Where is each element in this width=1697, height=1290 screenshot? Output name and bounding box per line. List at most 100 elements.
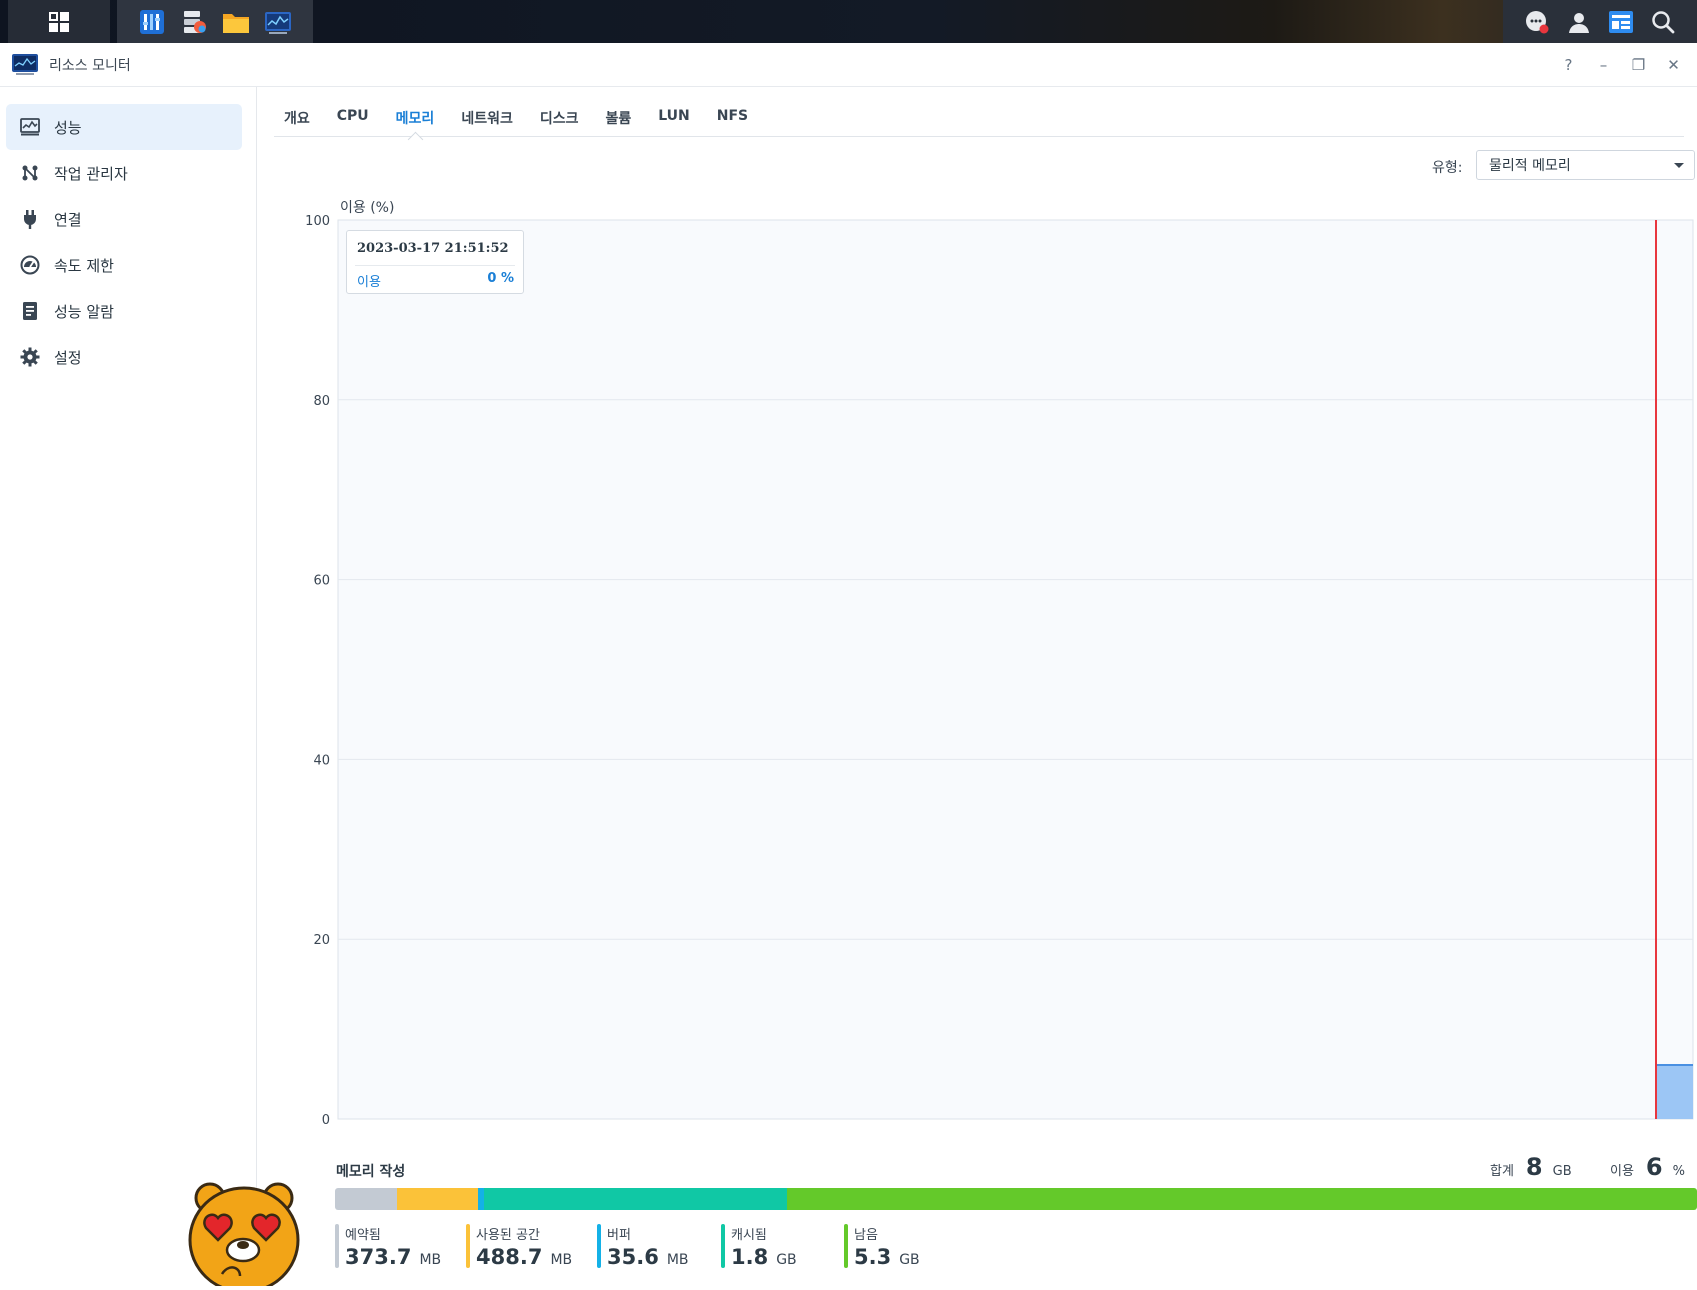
legend-stripe <box>844 1224 848 1268</box>
memory-usage-value: 6 <box>1646 1153 1663 1181</box>
tab-nfs[interactable]: NFS <box>717 100 748 136</box>
y-tick-label: 0 <box>322 1113 330 1128</box>
legend-stripe <box>721 1224 725 1268</box>
legend-name: 버퍼 <box>607 1224 689 1243</box>
tab-lun[interactable]: LUN <box>658 100 690 136</box>
gear-icon <box>20 347 40 367</box>
user-icon[interactable] <box>1563 6 1595 38</box>
memory-usage-label: 이용 <box>1610 1160 1634 1179</box>
tab-memory-label: 메모리 <box>396 111 435 127</box>
sidebar-item-performance-alarm[interactable]: 성능 알람 <box>6 288 242 334</box>
legend-unit: GB <box>776 1252 796 1268</box>
legend-name: 캐시됨 <box>731 1224 797 1243</box>
legend-unit: MB <box>419 1252 441 1268</box>
memory-composition-bar <box>335 1188 1697 1210</box>
file-station-icon[interactable] <box>220 6 252 38</box>
chevron-down-icon <box>1674 163 1684 168</box>
memory-usage-chart[interactable]: 이용 (%)100806040200 <box>256 190 1697 1130</box>
speed-gauge-icon <box>20 255 40 275</box>
tab-overview[interactable]: 개요 <box>284 100 310 136</box>
sidebar-item-settings[interactable]: 설정 <box>6 334 242 380</box>
memory-total-value: 8 <box>1526 1153 1543 1181</box>
type-label: 유형: <box>1432 157 1462 177</box>
legend-value: 35.6 <box>607 1245 659 1269</box>
window-controls: ? – ❐ ✕ <box>1551 43 1691 86</box>
legend-unit: GB <box>899 1252 919 1268</box>
sidebar-item-task-manager[interactable]: 작업 관리자 <box>6 150 242 196</box>
close-button[interactable]: ✕ <box>1656 50 1691 80</box>
y-tick-label: 80 <box>313 394 330 409</box>
y-axis-label: 이용 (%) <box>340 200 394 216</box>
tooltip-value: 0 % <box>487 271 514 286</box>
memory-total-unit: GB <box>1553 1164 1572 1179</box>
sidebar-item-label: 연결 <box>54 209 82 230</box>
widgets-icon[interactable] <box>1605 6 1637 38</box>
legend-used: 사용된 공간 488.7 MB <box>466 1224 572 1268</box>
plot-area <box>338 220 1693 1119</box>
main-menu-icon <box>43 6 75 38</box>
y-tick-label: 100 <box>305 214 330 229</box>
legend-value: 488.7 <box>476 1245 542 1269</box>
sidebar: 성능 작업 관리자 연결 <box>0 87 257 1286</box>
tab-memory[interactable]: 메모리 <box>396 100 435 136</box>
sidebar-item-connections[interactable]: 연결 <box>6 196 242 242</box>
alarm-document-icon <box>20 301 40 321</box>
type-select-value: 물리적 메모리 <box>1489 155 1571 175</box>
bar-segment-cached <box>484 1188 787 1210</box>
sidebar-item-label: 성능 알람 <box>54 301 114 322</box>
usage-area <box>1656 1065 1693 1119</box>
tab-disk[interactable]: 디스크 <box>540 100 579 136</box>
type-select[interactable]: 물리적 메모리 <box>1476 150 1695 180</box>
sidebar-item-label: 속도 제한 <box>54 255 114 276</box>
window-titlebar: 리소스 모니터 ? – ❐ ✕ <box>0 43 1697 87</box>
main-menu-button[interactable] <box>8 0 110 43</box>
chart-tooltip: 2023-03-17 21:51:52 이용 0 % <box>346 230 524 294</box>
bar-segment-free <box>787 1188 1697 1210</box>
tab-cpu[interactable]: CPU <box>337 100 369 136</box>
active-tab-caret <box>408 132 424 148</box>
restore-button[interactable]: ❐ <box>1621 50 1656 80</box>
performance-chart-icon <box>20 117 40 137</box>
sidebar-item-label: 작업 관리자 <box>54 163 128 184</box>
task-manager-icon <box>20 163 40 183</box>
legend-unit: MB <box>550 1252 572 1268</box>
legend-value: 373.7 <box>345 1245 411 1269</box>
package-center-icon[interactable] <box>178 6 210 38</box>
control-panel-icon[interactable] <box>136 6 168 38</box>
resource-monitor-app-icon <box>12 54 38 76</box>
minimize-button[interactable]: – <box>1586 50 1621 80</box>
bar-segment-used <box>397 1188 478 1210</box>
bear-sticker-image <box>186 1178 306 1286</box>
legend-reserved: 예약됨 373.7 MB <box>335 1224 441 1268</box>
tab-volume[interactable]: 볼륨 <box>605 100 631 136</box>
tooltip-divider <box>355 265 515 266</box>
tooltip-timestamp: 2023-03-17 21:51:52 <box>357 241 509 256</box>
plug-icon <box>20 209 40 229</box>
tab-bar: 개요 CPU 메모리 네트워크 디스크 볼륨 LUN NFS <box>274 100 1684 137</box>
legend-stripe <box>597 1224 601 1268</box>
tooltip-label: 이용 <box>357 271 381 290</box>
resource-monitor-icon[interactable] <box>262 6 294 38</box>
memory-total-label: 합계 <box>1490 1160 1514 1179</box>
sidebar-item-label: 성능 <box>54 117 82 138</box>
legend-unit: MB <box>667 1252 689 1268</box>
legend-value: 5.3 <box>854 1245 891 1269</box>
memory-usage-unit: % <box>1673 1164 1685 1179</box>
legend-cached: 캐시됨 1.8 GB <box>721 1224 797 1268</box>
search-icon[interactable] <box>1647 6 1679 38</box>
legend-name: 사용된 공간 <box>476 1224 572 1243</box>
memory-total: 합계 8 GB <box>1490 1153 1572 1181</box>
taskbar-tray <box>1503 0 1697 43</box>
window-title: 리소스 모니터 <box>49 55 131 75</box>
legend-name: 예약됨 <box>345 1224 441 1243</box>
help-button[interactable]: ? <box>1551 50 1586 80</box>
notifications-icon[interactable] <box>1521 6 1553 38</box>
legend-value: 1.8 <box>731 1245 768 1269</box>
legend-stripe <box>335 1224 339 1268</box>
sidebar-item-speed-limit[interactable]: 속도 제한 <box>6 242 242 288</box>
bar-segment-reserved <box>335 1188 397 1210</box>
tab-network[interactable]: 네트워크 <box>461 100 513 136</box>
legend-buffer: 버퍼 35.6 MB <box>597 1224 689 1268</box>
sidebar-item-performance[interactable]: 성능 <box>6 104 242 150</box>
legend-stripe <box>466 1224 470 1268</box>
